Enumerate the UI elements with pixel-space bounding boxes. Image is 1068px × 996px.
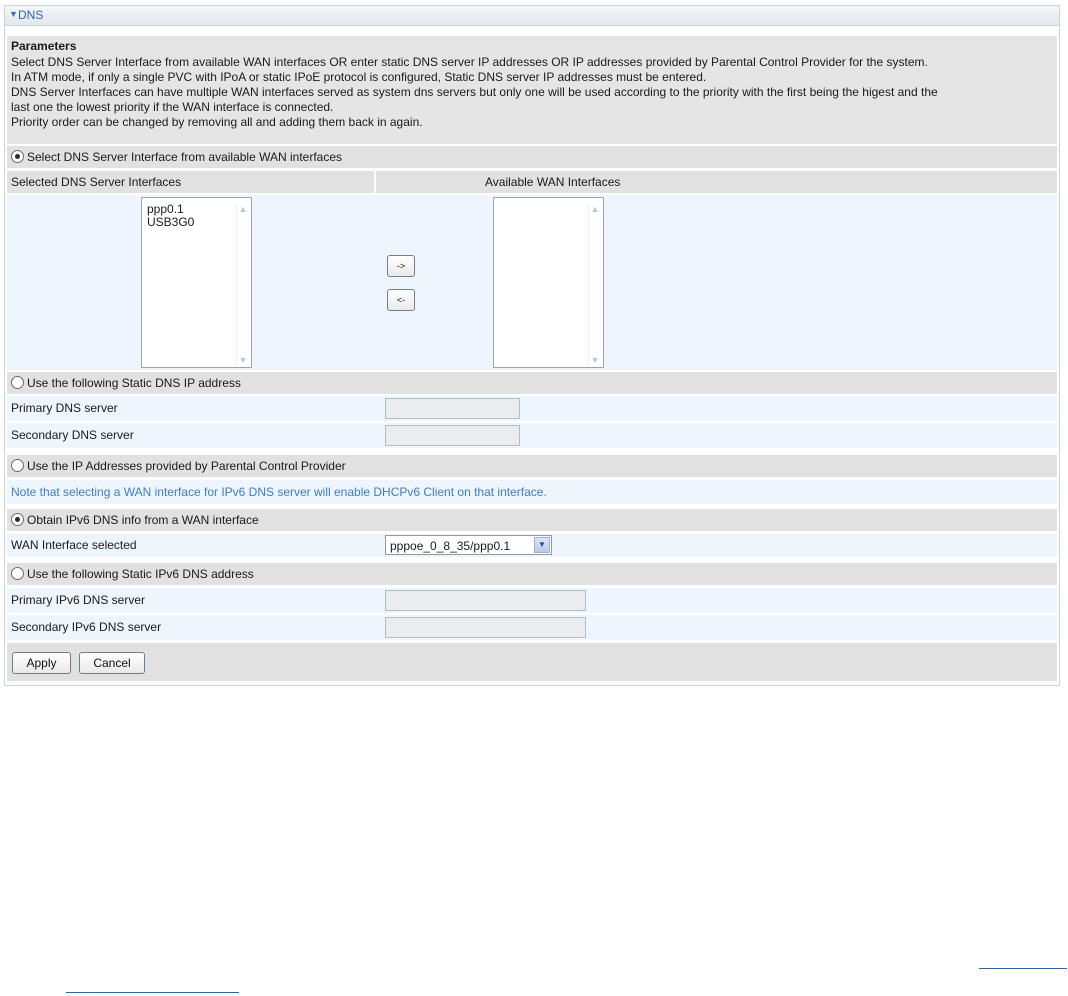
secondary-ipv6-dns-label: Secondary IPv6 DNS server bbox=[11, 620, 162, 634]
static-dns-option-row: Use the following Static DNS IP address bbox=[7, 372, 1057, 394]
header-divider bbox=[374, 171, 376, 193]
dns-interface-radio[interactable] bbox=[11, 150, 24, 163]
collapse-arrow-icon[interactable]: ▼ bbox=[9, 9, 18, 19]
parental-control-label: Use the IP Addresses provided by Parenta… bbox=[27, 459, 346, 473]
link-underline[interactable] bbox=[979, 968, 1067, 969]
primary-dns-row: Primary DNS server bbox=[7, 396, 1057, 421]
primary-dns-input[interactable] bbox=[385, 398, 520, 419]
static-dns-label: Use the following Static DNS IP address bbox=[27, 376, 241, 390]
param-line-5: Priority order can be changed by removin… bbox=[11, 115, 423, 129]
interfaces-header-row: Selected DNS Server Interfaces Available… bbox=[7, 171, 1057, 193]
secondary-dns-label: Secondary DNS server bbox=[11, 428, 134, 442]
ipv6-static-radio[interactable] bbox=[11, 567, 24, 580]
ipv6-note: Note that selecting a WAN interface for … bbox=[11, 485, 547, 499]
panel-titlebar[interactable]: ▼ DNS bbox=[5, 6, 1059, 26]
primary-ipv6-dns-row: Primary IPv6 DNS server bbox=[7, 588, 1057, 613]
parental-control-radio[interactable] bbox=[11, 459, 24, 472]
chevron-down-icon[interactable]: ▼ bbox=[534, 537, 550, 553]
interfaces-list-row: ppp0.1 USB3G0 ▲ ▼ -> <- ▲ ▼ bbox=[7, 195, 1057, 370]
primary-ipv6-dns-label: Primary IPv6 DNS server bbox=[11, 593, 146, 607]
primary-ipv6-dns-input[interactable] bbox=[385, 590, 586, 611]
selected-interface-item[interactable]: ppp0.1 bbox=[147, 202, 184, 216]
wan-interface-row: WAN Interface selected pppoe_0_8_35/ppp0… bbox=[7, 534, 1057, 557]
wan-interface-value: pppoe_0_8_35/ppp0.1 bbox=[390, 539, 511, 553]
parameters-section: Parameters Select DNS Server Interface f… bbox=[7, 36, 1057, 144]
param-line-3: DNS Server Interfaces can have multiple … bbox=[11, 85, 938, 99]
param-line-4: last one the lowest priority if the WAN … bbox=[11, 100, 334, 114]
secondary-ipv6-dns-input[interactable] bbox=[385, 617, 586, 638]
ipv6-wan-label: Obtain IPv6 DNS info from a WAN interfac… bbox=[27, 513, 259, 527]
panel-title: DNS bbox=[18, 8, 44, 22]
add-interface-button[interactable]: -> bbox=[387, 255, 415, 277]
dns-panel: ▼ DNS Parameters Select DNS Server Inter… bbox=[4, 5, 1060, 686]
secondary-dns-row: Secondary DNS server bbox=[7, 423, 1057, 448]
param-line-2: In ATM mode, if only a single PVC with I… bbox=[11, 70, 707, 84]
link-underline[interactable] bbox=[66, 992, 239, 993]
remove-interface-button[interactable]: <- bbox=[387, 289, 415, 311]
wan-interface-label: WAN Interface selected bbox=[11, 538, 137, 552]
ipv6-wan-option-row: Obtain IPv6 DNS info from a WAN interfac… bbox=[7, 509, 1057, 531]
parental-option-row: Use the IP Addresses provided by Parenta… bbox=[7, 455, 1057, 477]
scroll-up-icon[interactable]: ▲ bbox=[238, 204, 248, 214]
selected-interfaces-listbox[interactable]: ppp0.1 USB3G0 ▲ ▼ bbox=[141, 197, 252, 368]
dns-interface-label: Select DNS Server Interface from availab… bbox=[27, 150, 343, 164]
wan-interface-select[interactable]: pppoe_0_8_35/ppp0.1 ▼ bbox=[385, 535, 552, 555]
available-interfaces-listbox[interactable]: ▲ ▼ bbox=[493, 197, 604, 368]
selected-interfaces-header: Selected DNS Server Interfaces bbox=[11, 175, 182, 189]
apply-button[interactable]: Apply bbox=[12, 652, 71, 674]
available-list-scrollbar[interactable]: ▲ ▼ bbox=[588, 204, 601, 365]
selected-interface-item[interactable]: USB3G0 bbox=[147, 215, 194, 229]
scroll-down-icon[interactable]: ▼ bbox=[238, 355, 248, 365]
param-line-1: Select DNS Server Interface from availab… bbox=[11, 55, 928, 69]
ipv6-note-row: Note that selecting a WAN interface for … bbox=[7, 480, 1057, 504]
dns-interface-option-row: Select DNS Server Interface from availab… bbox=[7, 146, 1057, 168]
secondary-dns-input[interactable] bbox=[385, 425, 520, 446]
parameters-heading: Parameters bbox=[11, 39, 77, 53]
secondary-ipv6-dns-row: Secondary IPv6 DNS server bbox=[7, 615, 1057, 640]
scroll-up-icon[interactable]: ▲ bbox=[590, 204, 600, 214]
cancel-button[interactable]: Cancel bbox=[79, 652, 145, 674]
ipv6-static-label: Use the following Static IPv6 DNS addres… bbox=[27, 567, 254, 581]
scroll-down-icon[interactable]: ▼ bbox=[590, 355, 600, 365]
actions-row: Apply Cancel bbox=[7, 643, 1057, 681]
selected-list-scrollbar[interactable]: ▲ ▼ bbox=[236, 204, 249, 365]
available-interfaces-header: Available WAN Interfaces bbox=[485, 175, 621, 189]
ipv6-wan-radio[interactable] bbox=[11, 513, 24, 526]
static-dns-radio[interactable] bbox=[11, 376, 24, 389]
primary-dns-label: Primary DNS server bbox=[11, 401, 118, 415]
ipv6-static-option-row: Use the following Static IPv6 DNS addres… bbox=[7, 563, 1057, 585]
